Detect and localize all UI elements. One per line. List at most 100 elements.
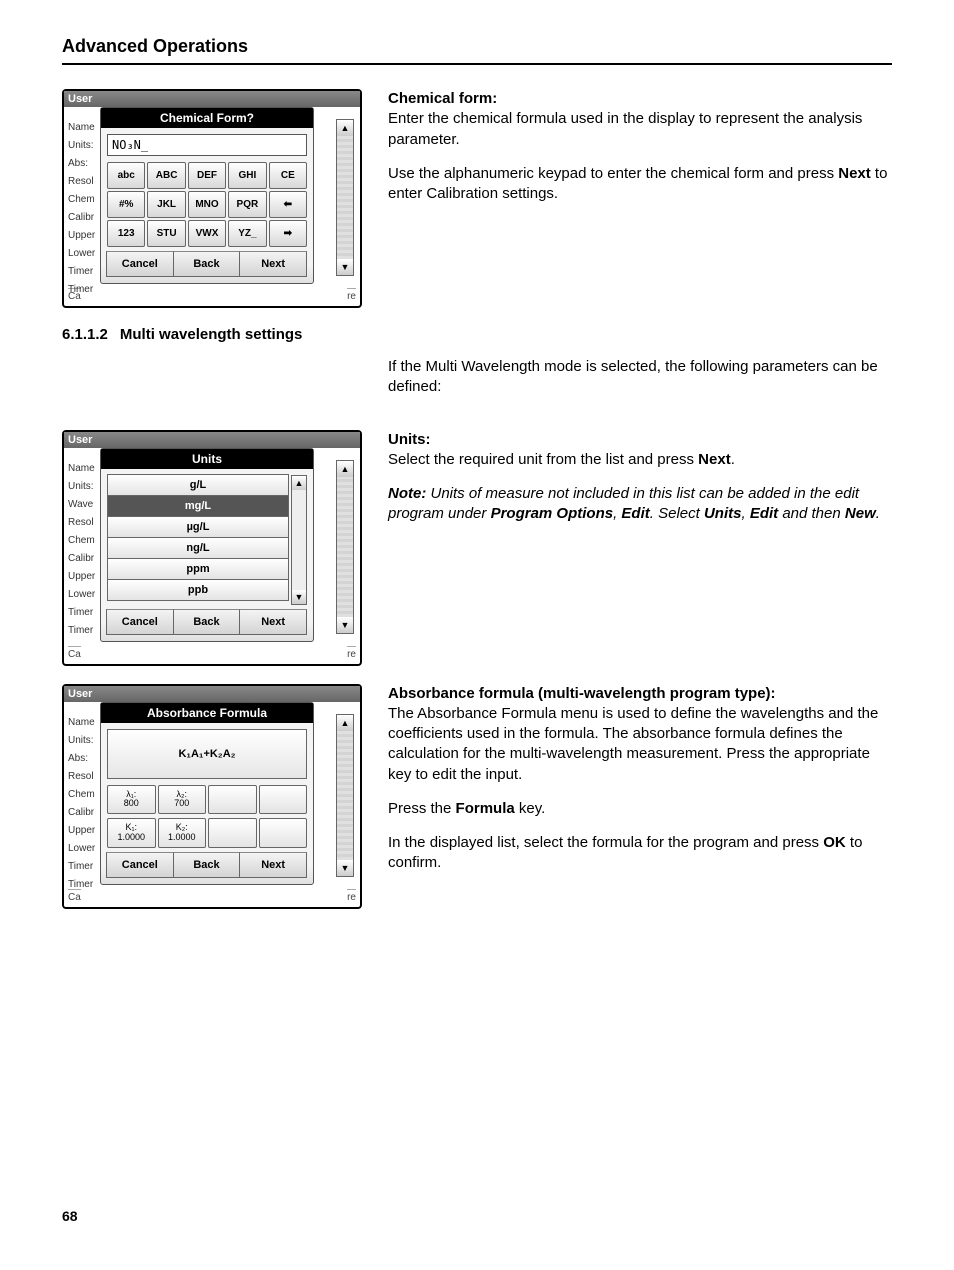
scroll-down-icon[interactable]: ▼ <box>337 860 353 876</box>
left-labels-1: NameUnits:Abs:ResolChemCalibrUpperLowerT… <box>68 119 95 299</box>
keypad-key[interactable]: DEF <box>188 162 226 189</box>
keypad-key[interactable]: YZ_ <box>228 220 266 247</box>
scroll-up-icon[interactable]: ▲ <box>292 476 306 490</box>
scroll-down-icon[interactable]: ▼ <box>337 617 353 633</box>
value-button: . <box>208 785 257 815</box>
keypad-key[interactable]: STU <box>147 220 185 247</box>
units-p1a: Select the required unit from the list a… <box>388 451 698 468</box>
scroll-down-icon[interactable]: ▼ <box>337 259 353 275</box>
side-scroll-2[interactable]: ▲ ▼ <box>336 460 354 634</box>
scroll-track[interactable] <box>337 731 353 861</box>
keypad-key[interactable]: PQR <box>228 191 266 218</box>
value-button[interactable]: K₁: 1.0000 <box>107 818 156 848</box>
value-button[interactable]: λ₁: 800 <box>107 785 156 815</box>
left-label: Name <box>68 460 95 478</box>
left-label: Abs: <box>68 155 95 173</box>
side-scroll-3[interactable]: ▲ ▼ <box>336 714 354 878</box>
k-row: K₁: 1.0000K₂: 1.0000.. <box>107 818 307 848</box>
keypad-key[interactable]: MNO <box>188 191 226 218</box>
unit-option[interactable]: mg/L <box>107 495 289 517</box>
units-next-kw: Next <box>698 451 731 468</box>
keypad-key[interactable]: ⬅ <box>269 191 307 218</box>
left-label: Timer <box>68 622 95 640</box>
abs-ok-kw: OK <box>823 834 846 851</box>
left-label: Upper <box>68 227 95 245</box>
back-button[interactable]: Back <box>173 609 241 635</box>
left-label: Timer <box>68 604 95 622</box>
left-label: Lower <box>68 840 95 858</box>
formula-button[interactable]: K₁A₁+K₂A₂ <box>107 729 307 779</box>
keypad-key[interactable]: VWX <box>188 220 226 247</box>
left-label: Abs: <box>68 750 95 768</box>
value-button: . <box>259 785 308 815</box>
scroll-track[interactable] <box>337 136 353 259</box>
dialog-chem: Chemical Form? NO₃N_ abcABCDEFGHICE #%JKL… <box>100 107 314 284</box>
subheading-title: Multi wavelength settings <box>120 326 303 343</box>
left-label: Name <box>68 119 95 137</box>
left-label: Upper <box>68 568 95 586</box>
unit-option[interactable]: ppm <box>107 558 289 580</box>
scroll-up-icon[interactable]: ▲ <box>337 120 353 136</box>
side-scroll-1[interactable]: ▲ ▼ <box>336 119 354 276</box>
foot-right: re <box>347 288 356 302</box>
foot-right: re <box>347 889 356 903</box>
unit-option[interactable]: ng/L <box>107 537 289 559</box>
chem-input[interactable]: NO₃N_ <box>107 134 307 156</box>
keypad-key[interactable]: #% <box>107 191 145 218</box>
foot-right: re <box>347 646 356 660</box>
unit-option[interactable]: µg/L <box>107 516 289 538</box>
value-button[interactable]: λ₂: 700 <box>158 785 207 815</box>
lambda-row: λ₁: 800λ₂: 700.. <box>107 785 307 815</box>
chem-next-kw: Next <box>838 165 871 182</box>
cancel-button[interactable]: Cancel <box>106 609 174 635</box>
cancel-button[interactable]: Cancel <box>106 251 174 277</box>
strip-user: User <box>68 688 92 700</box>
left-label: Timer <box>68 281 95 299</box>
back-button[interactable]: Back <box>173 251 241 277</box>
chem-heading: Chemical form: <box>388 90 497 107</box>
page-number: 68 <box>62 1208 78 1224</box>
cancel-button[interactable]: Cancel <box>106 852 174 878</box>
keypad-key[interactable]: abc <box>107 162 145 189</box>
chem-p2a: Use the alphanumeric keypad to enter the… <box>388 165 838 182</box>
keypad-key[interactable]: ABC <box>147 162 185 189</box>
left-label: Units: <box>68 732 95 750</box>
left-label: Units: <box>68 478 95 496</box>
value-button: . <box>259 818 308 848</box>
section-units: User NameUnits:WaveResolChemCalibrUpperL… <box>62 430 892 666</box>
units-heading: Units: <box>388 431 431 448</box>
device-abs: User NameUnits:Abs:ResolChemCalibrUpperL… <box>62 684 362 910</box>
back-button[interactable]: Back <box>173 852 241 878</box>
strip-user: User <box>68 434 92 446</box>
next-button[interactable]: Next <box>239 609 307 635</box>
scroll-track[interactable] <box>337 477 353 617</box>
scroll-up-icon[interactable]: ▲ <box>337 461 353 477</box>
units-list[interactable]: g/Lmg/Lµg/Lng/Lppmppb <box>107 475 289 601</box>
unit-option[interactable]: ppb <box>107 579 289 601</box>
units-scroll[interactable]: ▲ ▼ <box>291 475 307 605</box>
unit-option[interactable]: g/L <box>107 474 289 496</box>
keypad-key[interactable]: JKL <box>147 191 185 218</box>
keypad-key[interactable]: ➡ <box>269 220 307 247</box>
section-chemical-form: User NameUnits:Abs:ResolChemCalibrUpperL… <box>62 89 892 308</box>
keypad-key[interactable]: 123 <box>107 220 145 247</box>
value-button[interactable]: K₂: 1.0000 <box>158 818 207 848</box>
keypad-key[interactable]: CE <box>269 162 307 189</box>
abs-formula-kw: Formula <box>456 800 515 817</box>
screenshot-absorbance: User NameUnits:Abs:ResolChemCalibrUpperL… <box>62 684 362 910</box>
chem-p1: Enter the chemical formula used in the d… <box>388 110 862 147</box>
left-label: Chem <box>68 786 95 804</box>
left-label: Lower <box>68 586 95 604</box>
page-header: Advanced Operations <box>62 36 892 65</box>
next-button[interactable]: Next <box>239 251 307 277</box>
dialog-title: Absorbance Formula <box>101 703 313 723</box>
abs-p3a: In the displayed list, select the formul… <box>388 834 823 851</box>
next-button[interactable]: Next <box>239 852 307 878</box>
scroll-down-icon[interactable]: ▼ <box>292 590 306 604</box>
left-label: Resol <box>68 768 95 786</box>
foot-left: Ca <box>68 646 81 660</box>
scroll-up-icon[interactable]: ▲ <box>337 715 353 731</box>
dialog-title: Chemical Form? <box>101 108 313 128</box>
device-footer: Ca re <box>64 642 360 664</box>
keypad-key[interactable]: GHI <box>228 162 266 189</box>
